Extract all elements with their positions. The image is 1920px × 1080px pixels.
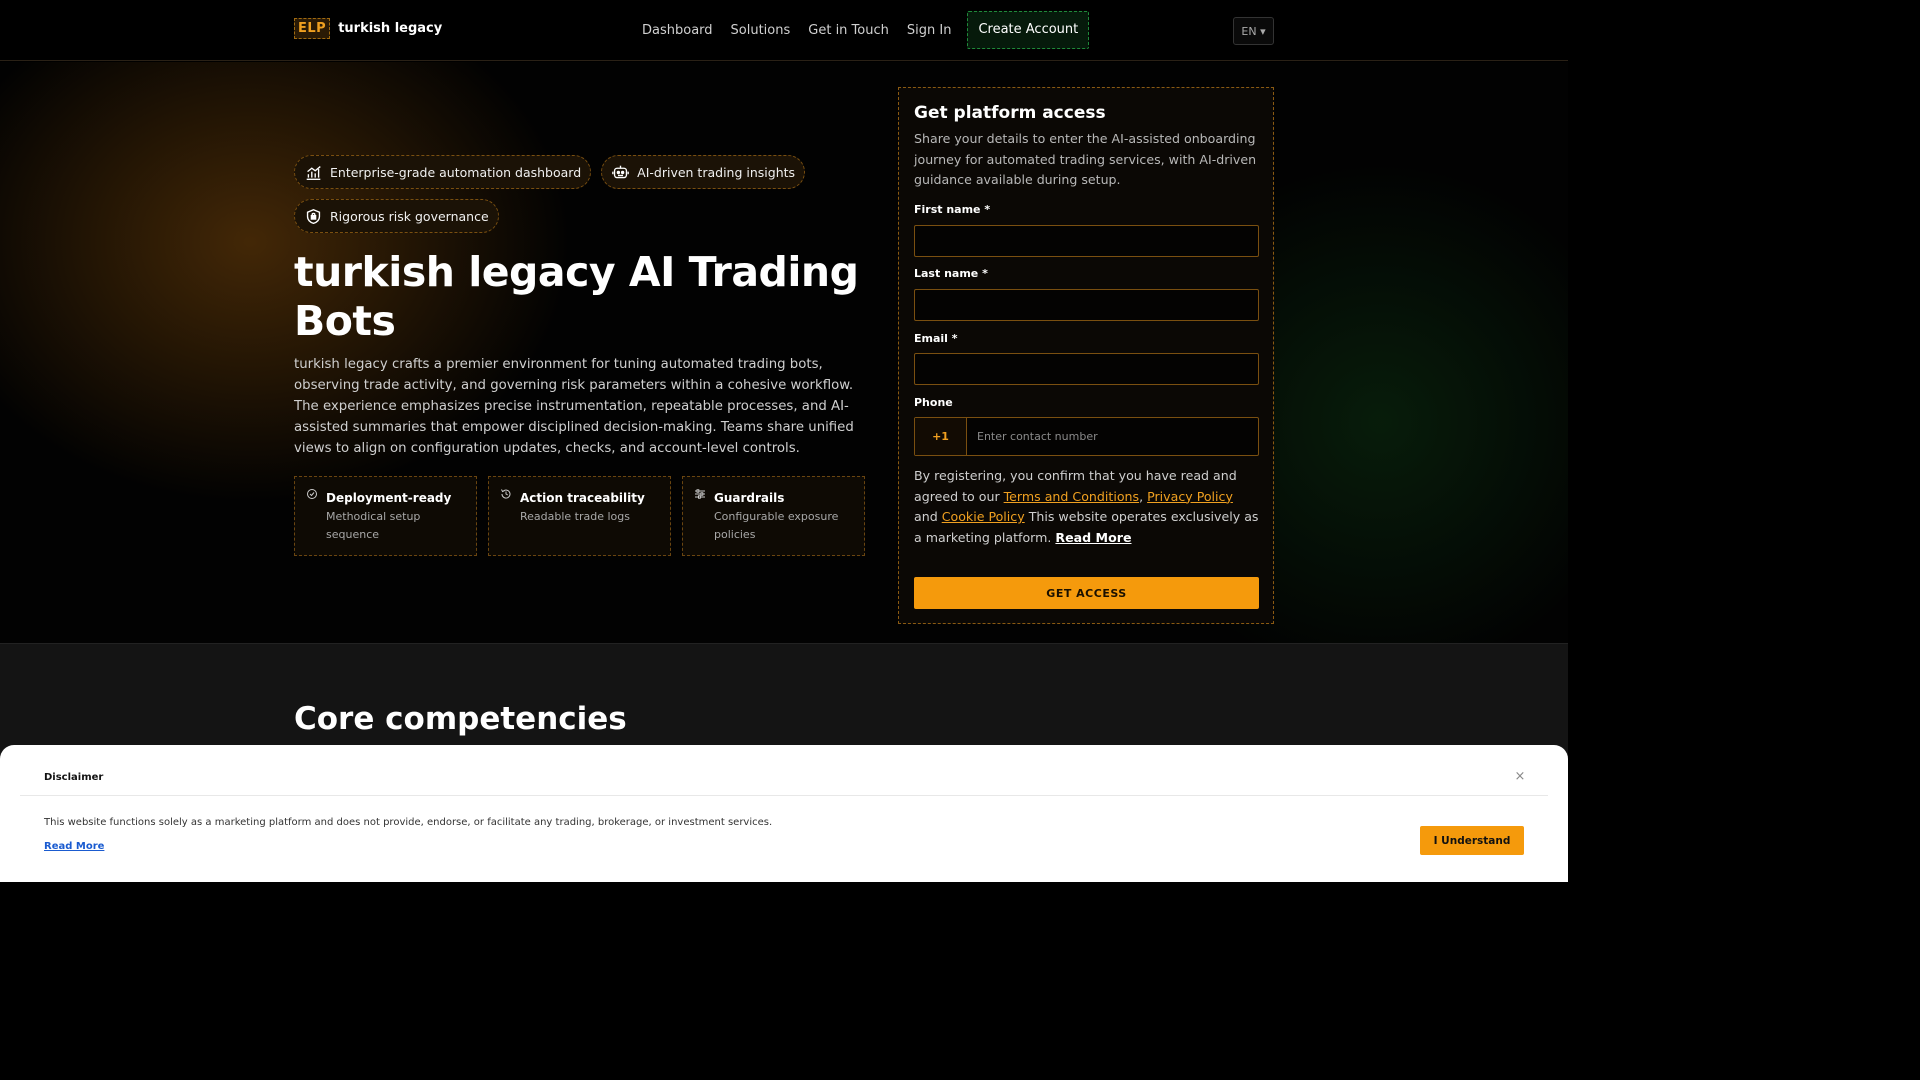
robot-icon <box>612 165 629 178</box>
hero-chips: Enterprise-grade automation dashboard AI… <box>294 155 814 233</box>
feature-card: Action traceability Readable trade logs <box>488 476 671 556</box>
chip-risk-governance: Rigorous risk governance <box>294 199 499 233</box>
first-name-label: First name * <box>914 203 991 216</box>
check-circle-icon <box>307 489 317 499</box>
form-description: Share your details to enter the AI-assis… <box>914 131 1257 187</box>
hero-description: turkish legacy crafts a premier environm… <box>294 357 854 456</box>
nav-get-in-touch[interactable]: Get in Touch <box>808 23 889 38</box>
last-name-input[interactable] <box>914 289 1259 321</box>
chip-label: Rigorous risk governance <box>330 208 489 224</box>
consent-sep: and <box>914 509 942 525</box>
section-title: Core competencies <box>294 701 627 737</box>
feature-title: Guardrails <box>714 491 785 505</box>
feature-subtitle: Readable trade logs <box>520 510 631 523</box>
form-title: Get platform access <box>914 103 1106 123</box>
last-name-label: Last name * <box>914 267 988 280</box>
disclaimer-text: This website functions solely as a marke… <box>44 817 773 828</box>
shield-icon <box>306 208 321 224</box>
nav-solutions[interactable]: Solutions <box>731 23 791 38</box>
disclaimer-title: Disclaimer <box>44 772 104 783</box>
privacy-link[interactable]: Privacy Policy <box>1147 489 1233 504</box>
first-name-input[interactable] <box>914 225 1259 257</box>
cookie-link[interactable]: Cookie Policy <box>942 509 1025 524</box>
email-input[interactable] <box>914 353 1259 385</box>
close-icon[interactable]: × <box>1513 770 1527 784</box>
disclaimer-banner: Disclaimer × This website functions sole… <box>0 745 1568 882</box>
disclaimer-read-more-link[interactable]: Read More <box>44 841 104 852</box>
feature-card: Deployment-ready Methodical setup sequen… <box>294 476 477 556</box>
phone-country-code[interactable]: +1 <box>915 418 967 455</box>
feature-cards: Deployment-ready Methodical setup sequen… <box>294 476 865 556</box>
site-header: ELP turkish legacy Dashboard Solutions G… <box>0 0 1568 61</box>
consent-text: By registering, you confirm that you hav… <box>914 466 1259 549</box>
chart-icon <box>306 165 321 180</box>
nav-sign-in[interactable]: Sign In <box>907 23 952 38</box>
logo[interactable]: ELP turkish legacy <box>294 18 442 39</box>
feature-subtitle: Methodical setup sequence <box>326 510 421 541</box>
feature-card: Guardrails Configurable exposure policie… <box>682 476 865 556</box>
logo-name: turkish legacy <box>338 21 443 36</box>
sliders-icon <box>695 489 705 499</box>
phone-input[interactable] <box>967 418 1258 455</box>
create-account-button[interactable]: Create Account <box>967 11 1090 49</box>
logo-badge: ELP <box>294 18 331 39</box>
language-selector[interactable]: EN ▾ <box>1233 17 1274 45</box>
phone-field: +1 <box>914 417 1259 456</box>
phone-label: Phone <box>914 396 953 409</box>
chip-automation-dashboard: Enterprise-grade automation dashboard <box>294 155 592 189</box>
chip-label: AI-driven trading insights <box>637 164 796 180</box>
main-nav: Dashboard Solutions Get in Touch Sign In… <box>642 11 1090 49</box>
feature-subtitle: Configurable exposure policies <box>714 510 839 541</box>
chip-label: Enterprise-grade automation dashboard <box>330 164 582 180</box>
nav-dashboard[interactable]: Dashboard <box>642 23 713 38</box>
divider <box>20 795 1548 796</box>
hero-title: turkish legacy AI Trading Bots <box>294 248 859 345</box>
signup-form: Get platform access Share your details t… <box>898 87 1274 624</box>
email-label: Email * <box>914 332 958 345</box>
read-more-link[interactable]: Read More <box>1055 530 1131 545</box>
chip-ai-insights: AI-driven trading insights <box>601 155 806 189</box>
feature-title: Deployment-ready <box>326 491 452 505</box>
feature-title: Action traceability <box>520 491 645 505</box>
consent-sep: , <box>1139 488 1148 504</box>
understand-button[interactable]: I Understand <box>1420 826 1524 855</box>
get-access-button[interactable]: GET ACCESS <box>914 577 1259 609</box>
terms-link[interactable]: Terms and Conditions <box>1004 489 1139 504</box>
history-icon <box>501 489 511 499</box>
